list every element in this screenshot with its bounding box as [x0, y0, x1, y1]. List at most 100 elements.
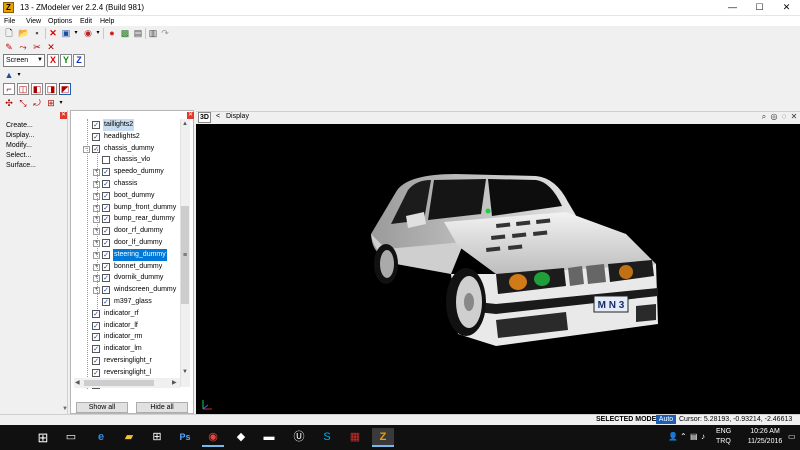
new-file-icon[interactable]: 🗋 — [3, 27, 15, 39]
tree-row[interactable]: ✓ reversinglight_r — [74, 355, 180, 367]
media-app-icon[interactable]: ▦ — [344, 428, 366, 447]
pan-view-icon[interactable]: ◌ — [779, 112, 789, 122]
close-button[interactable]: ✕ — [773, 0, 800, 16]
tree-row[interactable]: + ✓ speedo_dummy — [74, 166, 180, 178]
visibility-checkbox[interactable]: ✓ — [92, 132, 100, 141]
move-tool-icon[interactable]: ✣ — [3, 97, 15, 109]
tree-row[interactable]: ✓ m397_glass — [74, 296, 180, 308]
render-icon[interactable]: ▩ — [119, 27, 131, 39]
clock-time[interactable]: 10:26 AM — [745, 428, 785, 435]
viewport-menu-arrow-icon[interactable]: < — [216, 113, 220, 120]
tree-row[interactable]: chassis_vlo — [74, 154, 180, 166]
tree-item-label[interactable]: reversinglight_l — [103, 367, 152, 379]
select-face-icon[interactable]: ◧ — [31, 83, 43, 95]
task-view-icon[interactable]: ▭ — [60, 428, 82, 447]
tree-item-label[interactable]: bump_front_dummy — [113, 202, 177, 214]
visibility-checkbox[interactable]: ✓ — [92, 333, 100, 342]
notifications-icon[interactable]: ▭ — [788, 432, 796, 441]
input-layout[interactable]: TRQ — [716, 438, 731, 445]
visibility-checkbox[interactable]: ✓ — [102, 262, 110, 271]
store-icon[interactable]: ⊞ — [146, 428, 168, 447]
tree-item-label[interactable]: taillights2 — [103, 119, 135, 131]
brush-tool-icon[interactable]: ✎ — [3, 41, 15, 53]
tree-item-label[interactable]: steering_dummy — [113, 248, 167, 261]
tree-row[interactable]: + ✓ bonnet_dummy — [74, 261, 180, 273]
unity-icon[interactable]: ◆ — [230, 428, 252, 447]
create-command[interactable]: Create... — [6, 122, 33, 129]
visibility-checkbox[interactable]: ✓ — [92, 309, 100, 318]
tree-row[interactable]: ✓ indicator_rf — [74, 308, 180, 320]
tree-row[interactable]: ✓ reversinglight_l — [74, 367, 180, 379]
3d-viewport[interactable]: M N 3 — [196, 124, 800, 414]
undo-list-icon[interactable]: ▥ — [147, 27, 159, 39]
visibility-checkbox[interactable]: ✓ — [102, 298, 110, 306]
visibility-checkbox[interactable]: ✓ — [102, 239, 110, 247]
skype-icon[interactable]: S — [316, 428, 338, 447]
select-command[interactable]: Select... — [6, 152, 31, 159]
delete-icon[interactable]: ✕ — [47, 27, 59, 39]
scroll-left-icon[interactable]: ◀ — [75, 379, 80, 386]
select-edge-icon[interactable]: ◫ — [17, 83, 29, 95]
surface-command[interactable]: Surface... — [6, 162, 36, 169]
command-panel-close-icon[interactable]: ✕ — [60, 112, 67, 119]
visibility-checkbox[interactable]: ✓ — [92, 121, 100, 129]
rotate-view-icon[interactable]: ◎ — [769, 112, 779, 122]
visibility-checkbox[interactable]: ✓ — [102, 191, 110, 200]
tree-item-label[interactable]: door_lf_dummy — [113, 237, 163, 249]
axis-z-button[interactable]: Z — [73, 54, 85, 67]
scale-tool-icon[interactable]: ⤡ — [17, 97, 29, 109]
viewport-close-icon[interactable]: ✕ — [789, 112, 799, 122]
tray-up-chevron-icon[interactable]: ⌃ — [680, 432, 687, 441]
maximize-button[interactable]: ☐ — [746, 0, 773, 16]
edge-browser-icon[interactable]: e — [90, 428, 112, 447]
scroll-right-icon[interactable]: ▶ — [172, 379, 177, 386]
tree-item-label[interactable]: bump_rear_dummy — [113, 213, 176, 225]
scroll-up-icon[interactable]: ▲ — [181, 120, 189, 128]
clock-date[interactable]: 11/25/2016 — [742, 438, 788, 445]
visibility-checkbox[interactable]: ✓ — [102, 274, 110, 283]
display-command[interactable]: Display... — [6, 132, 34, 139]
scroll-down-icon[interactable]: ▼ — [181, 368, 189, 376]
visibility-checkbox[interactable]: ✓ — [92, 144, 100, 153]
visibility-checkbox[interactable]: ✓ — [102, 286, 110, 295]
panel-scroll-down-icon[interactable]: ▼ — [62, 406, 68, 412]
tree-row[interactable]: + ✓ bump_front_dummy — [74, 202, 180, 214]
tree-item-label[interactable]: speedo_dummy — [113, 166, 165, 178]
zmodeler-app-icon[interactable]: Z — [3, 2, 14, 13]
tree-row[interactable]: ✓ indicator_lf — [74, 320, 180, 332]
tree-row[interactable]: + ✓ door_lf_dummy — [74, 237, 180, 249]
weld-tool-icon[interactable]: ✕ — [45, 41, 57, 53]
save-icon[interactable]: ▪ — [31, 27, 43, 39]
visibility-checkbox[interactable]: ✓ — [92, 321, 100, 330]
tree-item-label[interactable]: m397_glass — [113, 296, 153, 308]
tree-row[interactable]: ✓ indicator_rm — [74, 331, 180, 343]
visibility-checkbox[interactable]: ✓ — [102, 250, 110, 259]
visibility-checkbox[interactable]: ✓ — [102, 168, 110, 177]
tree-item-label[interactable]: chassis_dummy — [103, 143, 155, 155]
visibility-checkbox[interactable]: ✓ — [102, 215, 110, 224]
zoom-icon[interactable]: ⌕ — [759, 112, 769, 122]
visibility-checkbox[interactable]: ✓ — [102, 180, 110, 188]
visibility-checkbox[interactable]: ✓ — [102, 203, 110, 212]
start-button-icon[interactable]: ⊞ — [32, 428, 54, 447]
terminal-icon[interactable]: ▬ — [258, 428, 280, 447]
axis-y-button[interactable]: Y — [60, 54, 72, 67]
select-all-icon[interactable]: ◩ — [59, 83, 71, 95]
photoshop-icon[interactable]: Ps — [174, 428, 196, 447]
tree-row[interactable]: + ✓ boot_dummy — [74, 190, 180, 202]
rotate-tool-icon[interactable]: ⤾ — [31, 97, 43, 109]
tree-row[interactable]: ✓ headlights2 — [74, 131, 180, 143]
open-folder-icon[interactable]: 📂 — [17, 27, 29, 39]
visibility-checkbox[interactable]: ✓ — [102, 227, 110, 236]
redo-icon[interactable]: ↷ — [159, 27, 171, 39]
record-icon[interactable]: ● — [106, 27, 118, 39]
tree-item-label[interactable]: chassis_vlo — [113, 154, 151, 166]
import-dropdown-icon[interactable]: ▾ — [70, 27, 82, 39]
tree-item-label[interactable]: door_rf_dummy — [113, 225, 164, 237]
pivot-dropdown-icon[interactable]: ▾ — [13, 69, 25, 81]
tree-row[interactable]: + ✓ dvornik_dummy — [74, 272, 180, 284]
select-object-icon[interactable]: ◨ — [45, 83, 57, 95]
visibility-checkbox[interactable]: ✓ — [92, 357, 100, 365]
tree-row[interactable]: − ✓ chassis_dummy — [74, 143, 180, 155]
viewport-mode-button[interactable]: 3D — [198, 112, 211, 123]
